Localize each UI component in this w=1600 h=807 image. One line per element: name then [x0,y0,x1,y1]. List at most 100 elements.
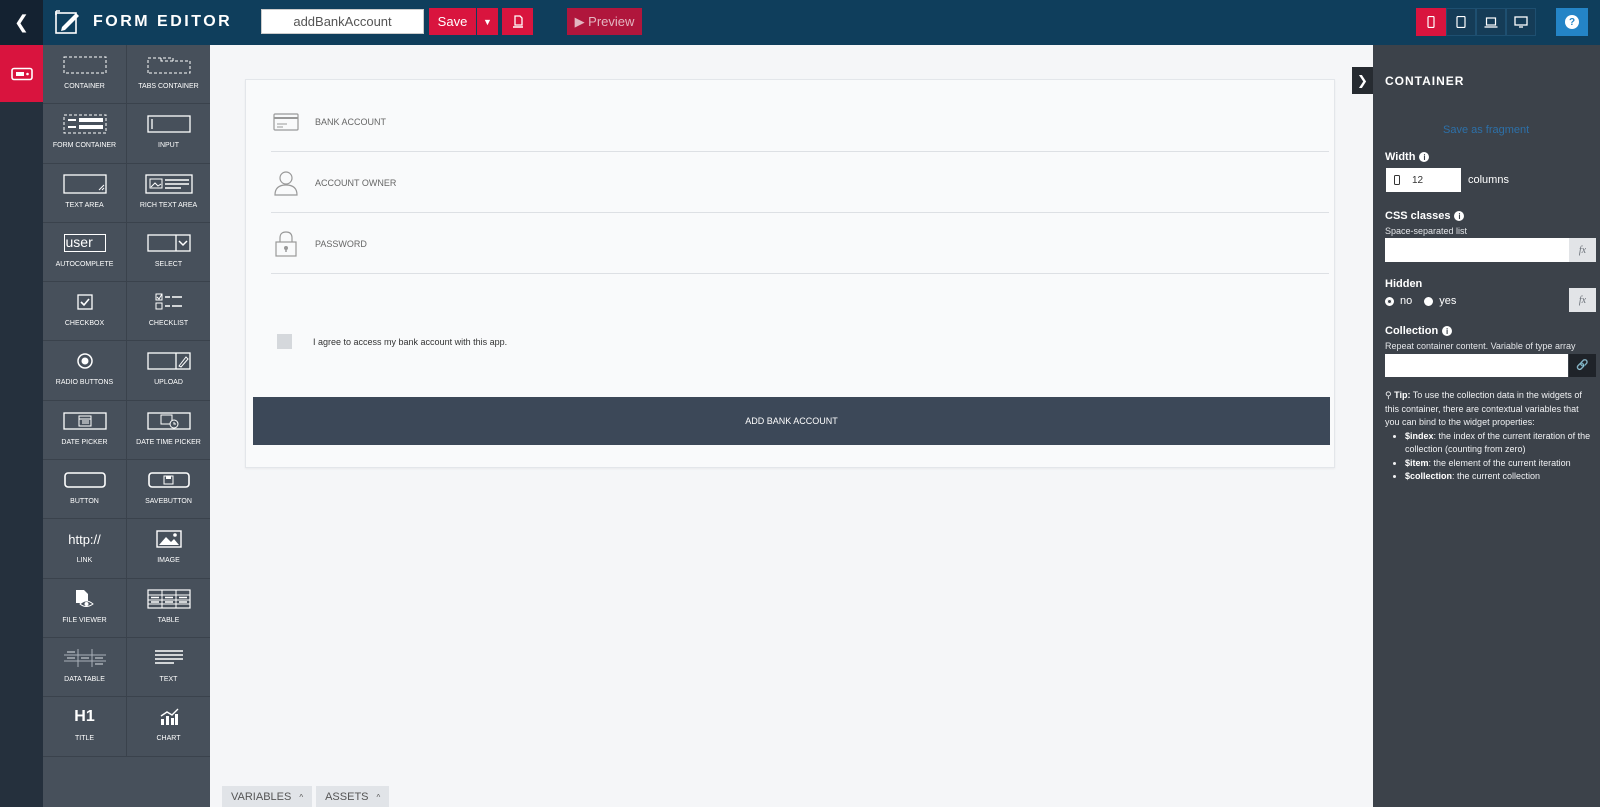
tip-title: Tip: [1394,390,1411,400]
agree-checkbox[interactable] [277,334,292,349]
palette-item-text[interactable]: TEXT [127,638,210,698]
palette-item-input[interactable]: INPUT [127,104,210,164]
css-classes-label-text: CSS classes [1385,210,1451,222]
palette-item-label: RADIO BUTTONS [55,379,114,387]
palette-item-label: DATE TIME PICKER [136,438,201,446]
info-icon[interactable]: i [1454,211,1465,221]
device-laptop-button[interactable] [1476,8,1506,36]
select-icon [146,234,191,252]
info-icon[interactable]: i [1419,152,1430,162]
preview-button[interactable]: ▶ Preview [567,8,642,35]
css-classes-hint: Space-separated list [1385,226,1468,236]
save-options-button[interactable]: ▼ [477,8,498,35]
variables-tab[interactable]: VARIABLES ^ [222,786,313,807]
hidden-fx-button[interactable]: fx [1569,288,1596,312]
palette-item-table[interactable]: TABLE [127,579,210,638]
export-button[interactable] [502,8,533,35]
back-button[interactable]: ❮ [0,0,43,45]
hidden-yes-radio[interactable] [1424,296,1434,306]
palette-item-label: CHART [156,735,181,743]
palette-item-upload[interactable]: UPLOAD [127,341,210,401]
panel-title: CONTAINER [1385,74,1465,88]
autocomplete-icon: user [63,233,106,252]
save-button-icon [147,472,190,488]
field-account-owner[interactable]: ACCOUNT OWNER [271,153,1329,213]
hidden-radio-group: no yes [1385,295,1456,307]
save-as-fragment-link[interactable]: Save as fragment [1443,124,1529,136]
save-button[interactable]: Save [429,8,476,35]
palette-item-link[interactable]: http:// LINK [43,519,127,579]
palette-item-form-container[interactable]: FORM CONTAINER [43,104,127,164]
palette-item-checklist[interactable]: CHECKLIST [127,282,210,342]
palette-item-file-viewer[interactable]: FILE VIEWER [43,578,127,638]
palette-item-label: TABS CONTAINER [138,83,199,90]
palette-item-label: CHECKLIST [148,320,189,328]
palette-item-rich-text-area[interactable]: RICH TEXT AREA [127,164,210,223]
css-classes-input[interactable] [1385,238,1569,262]
device-tablet-button[interactable] [1446,8,1476,36]
palette-item-date-picker[interactable]: DATE PICKER [43,400,127,461]
palette-item-checkbox[interactable]: CHECKBOX [43,282,127,342]
palette-item-image[interactable]: IMAGE [127,519,210,579]
top-bar: ❮ FORM EDITOR addBankAccount Save ▼ ▶ Pr… [0,0,1600,45]
widget-palette: CONTAINER TABS CONTAINER FORM CONTAINER … [43,45,210,807]
palette-item-data-table[interactable]: DATA TABLE [43,637,127,698]
text-area-icon [62,173,107,194]
link-icon: http:// [68,531,101,547]
width-input[interactable]: 12 [1386,168,1461,192]
checkbox-icon [76,294,93,310]
phone-icon [1427,16,1435,28]
palette-item-autocomplete[interactable]: user AUTOCOMPLETE [43,222,127,283]
agree-checkbox-label: I agree to access my bank account with t… [313,336,508,347]
device-desktop-button[interactable] [1506,8,1536,36]
title-icon: H1 [74,708,95,726]
palette-item-button[interactable]: BUTTON [43,460,127,520]
add-bank-account-button[interactable]: ADD BANK ACCOUNT [253,397,1330,445]
collection-input[interactable] [1385,354,1568,377]
help-button[interactable]: ? [1556,8,1588,36]
palette-item-label: IMAGE [157,557,180,565]
desktop-icon [1514,16,1528,28]
palette-item-label: DATE PICKER [61,438,108,446]
palette-item-save-button[interactable]: SAVEBUTTON [127,460,210,520]
device-phone-button[interactable] [1416,8,1446,36]
collection-tip: ⚲ Tip: To use the collection data in the… [1385,389,1595,484]
container-icon [63,56,106,74]
form-name-input[interactable]: addBankAccount [261,9,424,34]
hidden-no-radio[interactable] [1385,296,1394,306]
palette-item-label: BUTTON [70,498,99,506]
palette-item-label: CHECKBOX [64,320,105,328]
info-icon[interactable]: i [1442,326,1453,336]
collection-bind-button[interactable]: 🔗 [1569,354,1596,377]
assets-tab-label: ASSETS [325,791,369,803]
user-icon [274,170,298,196]
field-label: BANK ACCOUNT [315,116,387,127]
upload-icon [146,352,191,371]
palette-item-radio-buttons[interactable]: RADIO BUTTONS [43,341,127,401]
chevron-up-icon: ^ [299,792,304,802]
form-container[interactable]: BANK ACCOUNT ACCOUNT OWNER PASSWORD I ag… [245,79,1335,468]
palette-item-chart[interactable]: CHART [127,697,210,757]
tip-item: $item: the element of the current iterat… [1405,457,1595,471]
date-time-picker-icon [146,412,191,430]
bottom-tabs: VARIABLES ^ ASSETS ^ [222,786,393,807]
palette-item-container[interactable]: CONTAINER [43,45,127,105]
palette-item-select[interactable]: SELECT [127,223,210,283]
caret-down-icon: ▼ [483,16,492,27]
data-table-icon [63,648,106,667]
collapse-panel-button[interactable]: ❯ [1352,67,1373,94]
widgets-toggle-button[interactable] [0,45,43,102]
palette-item-text-area[interactable]: TEXT AREA [43,163,127,223]
field-password[interactable]: PASSWORD [271,214,1329,274]
checklist-icon [155,293,182,310]
palette-item-label: TITLE [74,735,95,743]
hidden-no-label: no [1400,295,1413,307]
palette-item-tabs-container[interactable]: TABS CONTAINER [127,45,210,105]
assets-tab[interactable]: ASSETS ^ [316,786,390,807]
css-fx-button[interactable]: fx [1569,238,1596,262]
palette-item-title[interactable]: H1 TITLE [43,697,127,757]
palette-item-date-time-picker[interactable]: DATE TIME PICKER [127,401,210,461]
palette-item-label: TEXT AREA [65,201,104,209]
palette-item-label: AUTOCOMPLETE [55,260,114,268]
field-bank-account[interactable]: BANK ACCOUNT [271,92,1329,152]
